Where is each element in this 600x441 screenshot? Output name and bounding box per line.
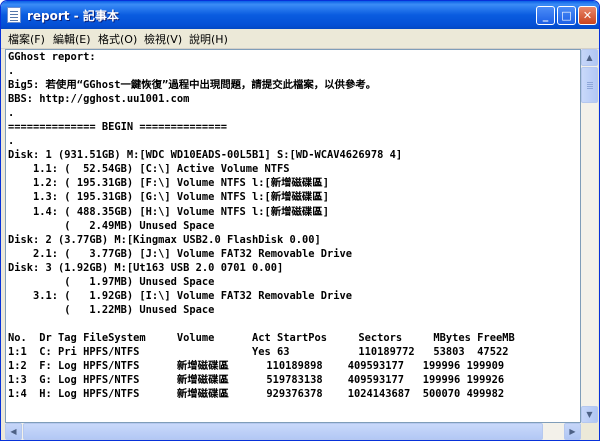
line-16: Disk: 3 (1.92GB) M:[Ut163 USB 2.0 0701 0… — [8, 261, 284, 274]
line-1: GGhost report: — [8, 51, 96, 63]
menu-file[interactable]: 檔案(F) — [8, 31, 45, 47]
line-7: . — [8, 135, 15, 148]
text-editor[interactable]: GGhost report: . Big5: 若使用“GGhost一鍵恢復”過程… — [5, 49, 581, 423]
line-18: 3.1: ( 1.92GB) [I:\] Volume FAT32 Remova… — [8, 289, 353, 302]
line-8: Disk: 1 (931.51GB) M:[WDC WD10EADS-00L5B… — [8, 149, 403, 162]
size-grip[interactable] — [581, 423, 598, 440]
line-25: 1:4 H: Log HPFS/NTFS 新增磁碟區 929376378 102… — [8, 388, 505, 401]
scroll-right-button[interactable]: ▶ — [564, 423, 581, 440]
line-21: No. Dr Tag FileSystem Volume Act StartPo… — [8, 331, 515, 344]
line-22: 1:1 C: Pri HPFS/NTFS Yes 63 110189772 53… — [8, 345, 509, 358]
document-text: GGhost report: . Big5: 若使用“GGhost一鍵恢復”過程… — [8, 50, 515, 401]
minimize-button[interactable]: _ — [536, 6, 555, 25]
line-23: 1:2 F: Log HPFS/NTFS 新增磁碟區 110189898 409… — [8, 360, 505, 373]
title-bar[interactable]: report - 記事本 _ □ ✕ — [1, 1, 599, 29]
window-title: report - 記事本 — [27, 9, 119, 23]
scroll-up-button[interactable]: ▲ — [581, 49, 598, 66]
line-2: . — [8, 65, 15, 78]
menu-help[interactable]: 說明(H) — [189, 31, 228, 47]
line-24: 1:3 G: Log HPFS/NTFS 新增磁碟區 519783138 409… — [8, 374, 505, 387]
menu-edit[interactable]: 編輯(E) — [53, 31, 91, 47]
menu-bar: 檔案(F) 編輯(E) 格式(O) 檢視(V) 說明(H) — [1, 29, 599, 49]
line-6: ============== BEGIN ============== — [8, 121, 227, 134]
line-10: 1.2: ( 195.31GB) [F:\] Volume NTFS l:[新增… — [8, 177, 329, 190]
line-3: Big5: 若使用“GGhost一鍵恢復”過程中出現問題，請提交此檔案，以供參考… — [8, 79, 377, 92]
horizontal-scrollbar[interactable]: ◀ ▶ — [5, 423, 581, 440]
close-button[interactable]: ✕ — [578, 6, 597, 25]
notepad-icon[interactable] — [7, 7, 21, 23]
scroll-down-button[interactable]: ▼ — [581, 406, 598, 423]
line-9: 1.1: ( 52.54GB) [C:\] Active Volume NTFS — [8, 163, 290, 176]
notepad-window: report - 記事本 _ □ ✕ 檔案(F) 編輯(E) 格式(O) 檢視(… — [0, 0, 600, 441]
menu-view[interactable]: 檢視(V) — [144, 31, 182, 47]
line-14: Disk: 2 (3.77GB) M:[Kingmax USB2.0 Flash… — [8, 233, 321, 246]
menu-format[interactable]: 格式(O) — [98, 31, 137, 47]
vertical-scroll-thumb[interactable] — [581, 67, 598, 103]
vertical-scrollbar[interactable]: ▲ ▼ — [581, 49, 598, 423]
line-11: 1.3: ( 195.31GB) [G:\] Volume NTFS l:[新增… — [8, 191, 329, 204]
line-15: 2.1: ( 3.77GB) [J:\] Volume FAT32 Remova… — [8, 247, 353, 260]
line-4: BBS: http://gghost.uu1001.com — [8, 93, 190, 106]
line-12: 1.4: ( 488.35GB) [H:\] Volume NTFS l:[新增… — [8, 205, 329, 218]
scroll-left-button[interactable]: ◀ — [5, 423, 22, 440]
horizontal-scroll-thumb[interactable] — [23, 423, 543, 440]
line-5: . — [8, 107, 15, 120]
line-13: ( 2.49MB) Unused Space — [8, 219, 215, 232]
line-19: ( 1.22MB) Unused Space — [8, 303, 215, 316]
line-17: ( 1.97MB) Unused Space — [8, 275, 215, 288]
maximize-button[interactable]: □ — [557, 6, 576, 25]
